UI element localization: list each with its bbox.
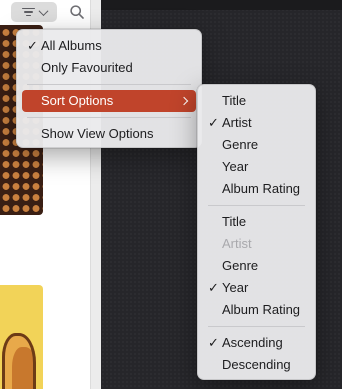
menu-separator bbox=[27, 84, 191, 85]
menu-item-label: Only Favourited bbox=[41, 60, 133, 75]
menu-item-label: Year bbox=[222, 280, 249, 295]
chevron-right-icon bbox=[179, 96, 189, 106]
menu-item-label: All Albums bbox=[41, 38, 102, 53]
sort-field-title[interactable]: Title bbox=[203, 90, 310, 112]
menu-item-label: Artist bbox=[222, 236, 252, 251]
album-artwork-thumbnail[interactable] bbox=[0, 285, 43, 389]
sort-field-genre[interactable]: Genre bbox=[203, 134, 310, 156]
menu-item-label: Album Rating bbox=[222, 302, 301, 317]
menu-item-label: Genre bbox=[222, 137, 259, 152]
search-icon[interactable] bbox=[70, 5, 84, 19]
view-options-icon bbox=[21, 7, 35, 17]
menu-item-label: Sort Options bbox=[41, 93, 114, 108]
chevron-down-icon bbox=[38, 5, 48, 16]
view-options-button[interactable] bbox=[11, 2, 57, 22]
view-options-menu: ✓ All Albums Only Favourited Sort Option… bbox=[16, 29, 202, 148]
secondary-sort-genre[interactable]: Genre bbox=[203, 255, 310, 277]
sort-field-year[interactable]: Year bbox=[203, 156, 310, 178]
checkmark-icon: ✓ bbox=[208, 335, 219, 350]
sort-options-submenu: Title ✓ Artist Genre Year Album Rating T… bbox=[197, 84, 316, 380]
menu-item-label: Year bbox=[222, 159, 249, 174]
sort-direction-ascending[interactable]: ✓ Ascending bbox=[203, 332, 310, 354]
secondary-sort-artist: Artist bbox=[203, 233, 310, 255]
menu-item-label: Title bbox=[222, 214, 247, 229]
menu-item-label: Descending bbox=[222, 357, 291, 372]
menu-separator bbox=[208, 205, 305, 206]
menu-item-label: Album Rating bbox=[222, 181, 301, 196]
checkmark-icon: ✓ bbox=[27, 38, 38, 53]
sort-direction-descending[interactable]: Descending bbox=[203, 354, 310, 376]
content-pane-topbar bbox=[101, 0, 342, 10]
sort-field-album-rating[interactable]: Album Rating bbox=[203, 178, 310, 200]
secondary-sort-album-rating[interactable]: Album Rating bbox=[203, 299, 310, 321]
checkmark-icon: ✓ bbox=[208, 115, 219, 130]
secondary-sort-title[interactable]: Title bbox=[203, 211, 310, 233]
album-artwork-figure bbox=[2, 333, 36, 389]
menu-item-label: Ascending bbox=[222, 335, 283, 350]
menu-item-show-view-options[interactable]: Show View Options bbox=[22, 123, 196, 145]
menu-item-all-albums[interactable]: ✓ All Albums bbox=[22, 35, 196, 57]
menu-separator bbox=[27, 117, 191, 118]
menu-item-label: Title bbox=[222, 93, 247, 108]
menu-item-label: Genre bbox=[222, 258, 259, 273]
sort-field-artist[interactable]: ✓ Artist bbox=[203, 112, 310, 134]
menu-separator bbox=[208, 326, 305, 327]
menu-item-label: Show View Options bbox=[41, 126, 154, 141]
secondary-sort-year[interactable]: ✓ Year bbox=[203, 277, 310, 299]
menu-item-label: Artist bbox=[222, 115, 252, 130]
menu-item-only-favourited[interactable]: Only Favourited bbox=[22, 57, 196, 79]
menu-item-sort-options[interactable]: Sort Options bbox=[22, 90, 196, 112]
checkmark-icon: ✓ bbox=[208, 280, 219, 295]
